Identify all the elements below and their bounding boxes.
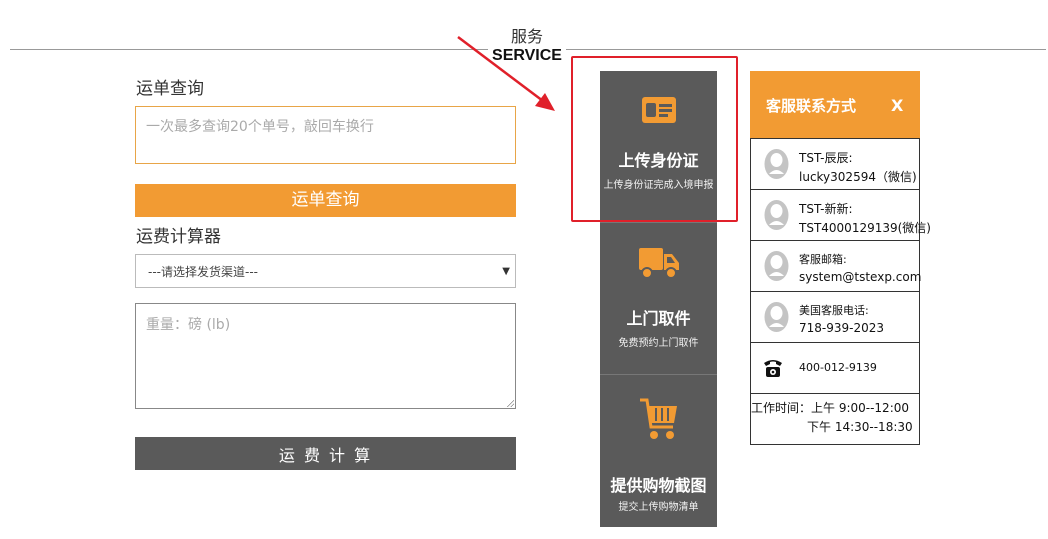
contact-row[interactable]: TST-辰辰: lucky302594（微信) xyxy=(751,138,919,189)
tracking-input[interactable]: 一次最多查询20个单号，敲回车换行 xyxy=(135,106,516,164)
contact-name: 客服邮箱: xyxy=(799,253,847,266)
calculator-label: 运费计算器 xyxy=(136,227,221,247)
highlight-box xyxy=(571,56,738,222)
customer-service-header: 客服联系方式 X xyxy=(750,71,920,138)
service-pickup[interactable]: 上门取件 免费预约上门取件 xyxy=(600,223,717,374)
tracking-label: 运单查询 xyxy=(136,79,204,99)
resize-handle-icon[interactable] xyxy=(506,399,514,407)
qq-icon xyxy=(764,149,789,179)
service-shopping-screenshot[interactable]: 提供购物截图 提交上传购物清单 xyxy=(600,375,717,527)
contact-row[interactable]: 400-012-9139 xyxy=(751,342,919,393)
chevron-down-icon: ▼ xyxy=(502,266,510,277)
tracking-button[interactable]: 运单查询 xyxy=(135,184,516,217)
qq-icon xyxy=(764,302,789,332)
contact-phone: 400-012-9139 xyxy=(799,361,877,374)
working-hours-line2: 下午 14:30--18:30 xyxy=(807,420,913,434)
cart-icon xyxy=(600,397,717,443)
divider-line-left xyxy=(10,49,488,50)
customer-service-title: 客服联系方式 xyxy=(766,97,857,115)
contact-detail: TST4000129139(微信) xyxy=(799,221,931,235)
working-hours: 工作时间：上午 9:00--12:00 下午 14:30--18:30 xyxy=(751,393,919,445)
divider-line-right xyxy=(566,49,1046,50)
contact-detail: system@tstexp.com xyxy=(799,270,922,284)
service-subtitle: 提交上传购物清单 xyxy=(618,502,699,513)
calculate-button[interactable]: 运 费 计 算 xyxy=(135,437,516,470)
contact-name: TST-新新: xyxy=(799,202,853,216)
contact-detail: 718-939-2023 xyxy=(799,321,885,335)
qq-icon xyxy=(764,200,789,230)
phone-icon xyxy=(764,360,782,377)
truck-icon xyxy=(600,245,717,281)
contact-name: TST-辰辰: xyxy=(799,151,853,165)
qq-icon xyxy=(764,251,789,281)
contact-row[interactable]: 美国客服电话: 718-939-2023 xyxy=(751,291,919,342)
channel-select[interactable]: ---请选择发货渠道--- ▼ xyxy=(135,254,516,288)
contact-detail: lucky302594（微信) xyxy=(799,170,917,184)
contact-row[interactable]: 客服邮箱: system@tstexp.com xyxy=(751,240,922,291)
service-title: 上门取件 xyxy=(626,309,691,328)
contact-name: 美国客服电话: xyxy=(799,304,869,317)
close-button[interactable]: X xyxy=(891,96,903,115)
service-subtitle: 免费预约上门取件 xyxy=(618,338,699,349)
contact-row[interactable]: TST-新新: TST4000129139(微信) xyxy=(751,189,931,240)
service-title: 提供购物截图 xyxy=(610,476,707,495)
customer-service-panel: 客服联系方式 X TST-辰辰: lucky302594（微信) TST-新新:… xyxy=(750,71,931,445)
weight-placeholder: 重量：磅 (lb) xyxy=(146,317,231,333)
weight-input[interactable]: 重量：磅 (lb) xyxy=(135,303,516,409)
channel-select-value: ---请选择发货渠道--- xyxy=(148,265,258,279)
working-hours-line1: 工作时间：上午 9:00--12:00 xyxy=(751,401,910,415)
